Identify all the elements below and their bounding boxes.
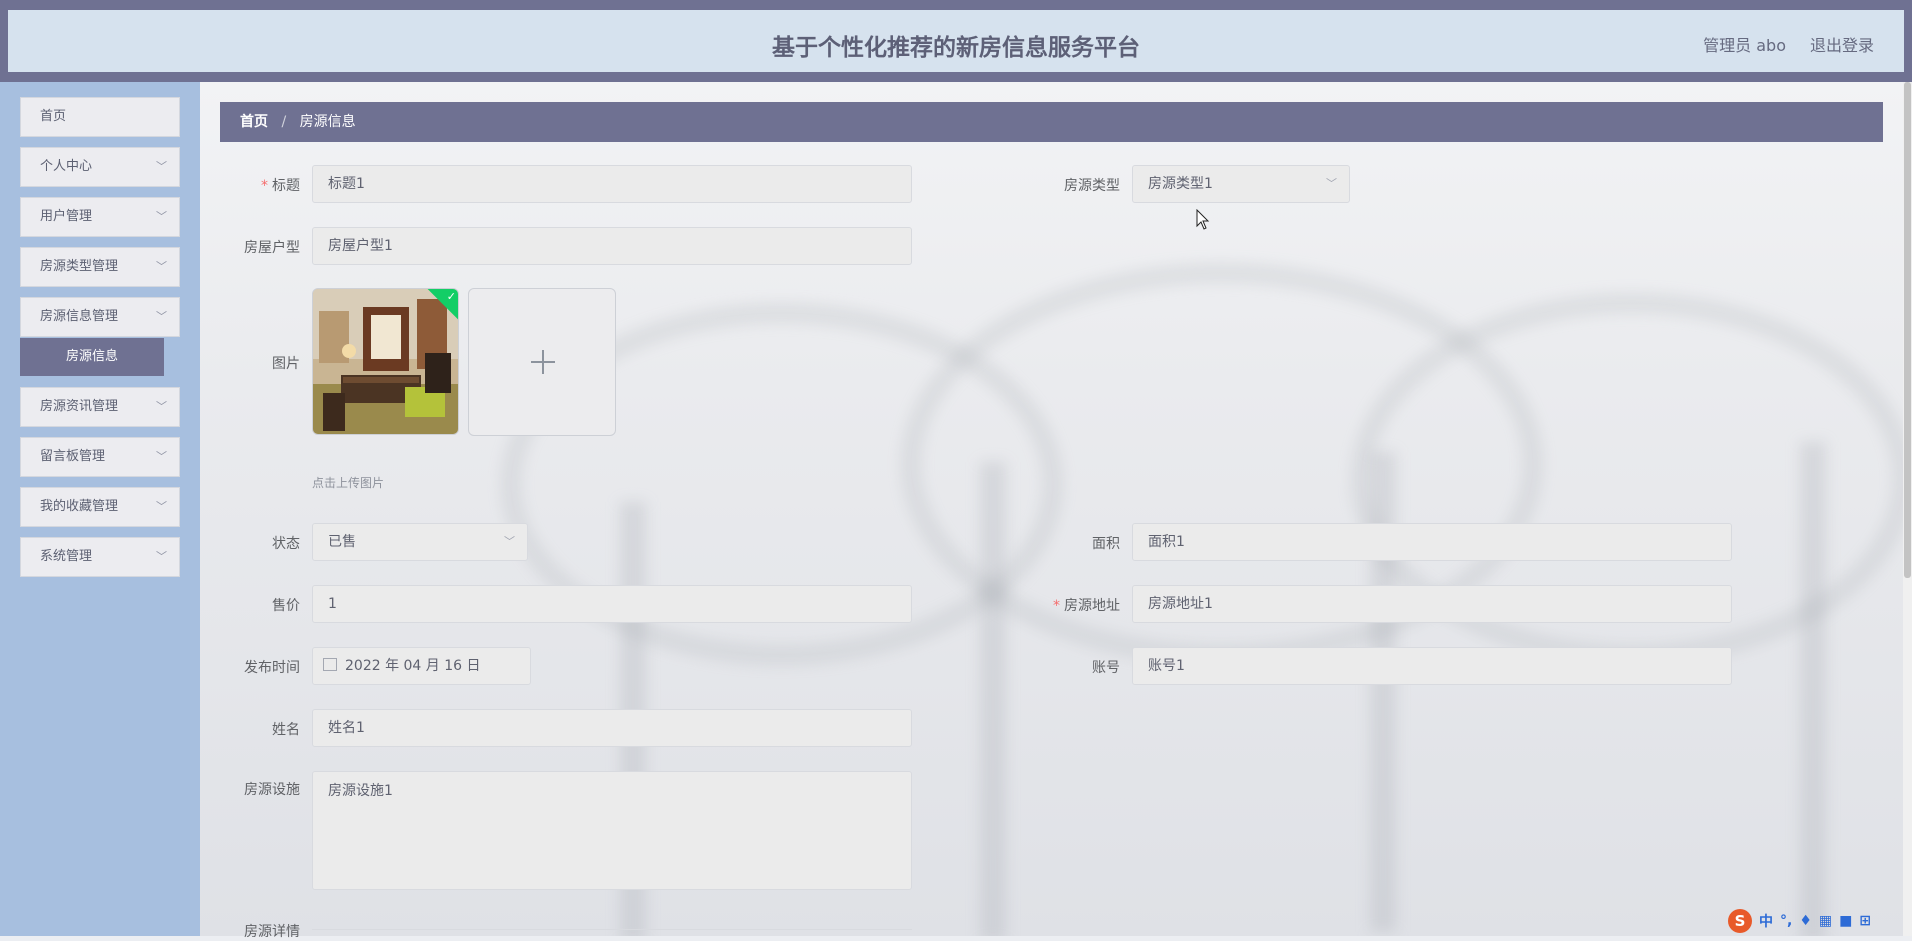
publish-date-label: 发布时间	[244, 660, 300, 676]
ime-lang-toggle[interactable]: 中	[1759, 911, 1773, 931]
plus-icon-vertical	[542, 350, 544, 374]
sidebar-item-label: 房源信息管理	[40, 309, 119, 324]
check-icon: ✓	[446, 290, 456, 303]
chevron-down-icon: ﹀	[504, 535, 515, 548]
name-label: 姓名	[272, 722, 300, 738]
image-label: 图片	[272, 356, 300, 372]
address-input[interactable]: 房源地址1	[1132, 585, 1732, 623]
breadcrumb-separator: /	[281, 114, 287, 130]
sidebar-item-system-management[interactable]: 系统管理 ﹀	[20, 537, 180, 577]
breadcrumb: 首页 / 房源信息	[220, 102, 1883, 142]
chevron-down-icon: ﹀	[156, 210, 167, 223]
layout-label: 房屋户型	[244, 240, 300, 256]
grid-icon[interactable]: ⊞	[1859, 913, 1871, 929]
status-label: 状态	[272, 536, 300, 552]
mouse-cursor-icon	[1196, 209, 1210, 230]
breadcrumb-home[interactable]: 首页	[240, 102, 268, 142]
status-select-value: 已售	[328, 534, 356, 550]
required-mark: *	[1053, 598, 1060, 614]
detail-label: 房源详情	[244, 924, 300, 940]
header-bottom-border	[0, 72, 1912, 82]
chevron-down-icon: ﹀	[156, 550, 167, 563]
sidebar-subitem-house-info[interactable]: 房源信息	[20, 338, 164, 376]
address-label: * 房源地址	[1053, 598, 1120, 614]
sidebar-item-home[interactable]: 首页	[20, 97, 180, 137]
chevron-down-icon: ﹀	[156, 500, 167, 513]
publish-date-value: 2022 年 04 月 16 日	[345, 658, 481, 674]
sidebar-item-label: 首页	[40, 109, 67, 124]
keyboard-icon[interactable]: ▦	[1819, 913, 1832, 929]
chevron-down-icon: ﹀	[156, 450, 167, 463]
sidebar-item-favorites-management[interactable]: 我的收藏管理 ﹀	[20, 487, 180, 527]
sidebar-item-house-info-management[interactable]: 房源信息管理 ﹀	[20, 297, 180, 337]
price-label: 售价	[272, 598, 300, 614]
price-input[interactable]: 1	[312, 585, 912, 623]
sidebar-item-personal-center[interactable]: 个人中心 ﹀	[20, 147, 180, 187]
sidebar-item-label: 用户管理	[40, 209, 93, 224]
chevron-down-icon: ﹀	[1326, 177, 1337, 190]
sogou-logo-icon: S	[1728, 909, 1752, 933]
publish-date-picker[interactable]: 2022 年 04 月 16 日	[312, 647, 531, 685]
ime-toolbar: S 中 °, ♦ ▦ ■ ⊞	[1722, 906, 1912, 936]
punctuation-icon[interactable]: °,	[1780, 913, 1792, 929]
required-mark: *	[261, 178, 268, 194]
upload-hint: 点击上传图片	[312, 476, 385, 490]
logout-link[interactable]: 退出登录	[1810, 32, 1874, 56]
admin-label: 管理员 abo	[1703, 36, 1786, 55]
sidebar-item-label: 个人中心	[40, 159, 93, 174]
sidebar-item-label: 系统管理	[40, 549, 93, 564]
microphone-icon[interactable]: ♦	[1799, 913, 1812, 929]
account-label: 账号	[1092, 660, 1120, 676]
facility-label: 房源设施	[244, 782, 300, 798]
calendar-icon	[323, 658, 337, 671]
sidebar-item-label: 房源资讯管理	[40, 399, 119, 414]
skin-icon[interactable]: ■	[1839, 913, 1852, 929]
name-input[interactable]: 姓名1	[312, 709, 912, 747]
upload-image-button[interactable]	[468, 288, 616, 436]
sidebar-item-label: 留言板管理	[40, 449, 106, 464]
house-type-select[interactable]: 房源类型1 ﹀	[1132, 165, 1350, 203]
house-type-select-value: 房源类型1	[1148, 176, 1213, 192]
sidebar-item-label: 房源类型管理	[40, 259, 119, 274]
sidebar-item-house-type-management[interactable]: 房源类型管理 ﹀	[20, 247, 180, 287]
title-label: * 标题	[261, 178, 300, 194]
chevron-down-icon: ﹀	[156, 400, 167, 413]
sidebar-item-user-management[interactable]: 用户管理 ﹀	[20, 197, 180, 237]
house-type-label: 房源类型	[1064, 178, 1120, 194]
sidebar-item-house-news-management[interactable]: 房源资讯管理 ﹀	[20, 387, 180, 427]
status-select[interactable]: 已售 ﹀	[312, 523, 528, 561]
scrollbar-thumb[interactable]	[1904, 82, 1911, 578]
sidebar-item-label: 我的收藏管理	[40, 499, 119, 514]
chevron-down-icon: ﹀	[156, 260, 167, 273]
area-input[interactable]: 面积1	[1132, 523, 1732, 561]
layout-input[interactable]: 房屋户型1	[312, 227, 912, 265]
account-input[interactable]: 账号1	[1132, 647, 1732, 685]
header-top-border	[0, 0, 1912, 10]
breadcrumb-current: 房源信息	[299, 114, 356, 130]
uploaded-image-thumbnail[interactable]: ✓	[312, 288, 459, 435]
page-title: 基于个性化推荐的新房信息服务平台	[772, 35, 1140, 61]
facility-textarea[interactable]: 房源设施1	[312, 771, 912, 890]
room-photo-image	[313, 289, 458, 434]
title-input[interactable]: 标题1	[312, 165, 912, 203]
sidebar-item-message-board-management[interactable]: 留言板管理 ﹀	[20, 437, 180, 477]
chevron-down-icon: ﹀	[156, 160, 167, 173]
chevron-down-icon: ﹀	[156, 310, 167, 323]
area-label: 面积	[1092, 536, 1120, 552]
